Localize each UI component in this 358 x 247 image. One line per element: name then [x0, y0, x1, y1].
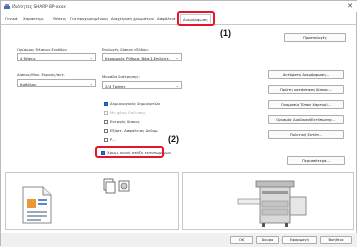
tab-general[interactable]: Γενικά [5, 16, 18, 21]
checkbox-highlight [95, 146, 164, 158]
checkbox-option-3[interactable]: Ενεργός δίσκος [104, 119, 140, 124]
callout-1: (1) [220, 28, 231, 38]
checkbox-icon [104, 120, 108, 124]
defaults-button[interactable]: Προεπιλογές [284, 33, 346, 42]
print-policy-button[interactable]: Πολιτική Εκτύπ... [268, 130, 344, 139]
help-button[interactable]: Βοήθεια [320, 236, 352, 244]
paper-size-select[interactable]: 4 θέσεις ⌄ [17, 53, 96, 61]
tab-advanced[interactable]: Για προχωρημένους [70, 16, 109, 21]
checkbox-option-5[interactable]: Ρ... [104, 137, 116, 142]
tab-highlight [177, 11, 215, 26]
paper-size-value: 4 θέσεις [20, 55, 36, 61]
checkbox-icon [104, 129, 108, 133]
ok-button[interactable]: OK [230, 236, 253, 244]
chevron-down-icon: ⌄ [89, 55, 93, 60]
input-tray-label: Επιλογές δίσκου εξόδου: [102, 47, 149, 52]
close-icon[interactable]: ✕ [347, 2, 353, 10]
printer-icon [4, 4, 10, 9]
checkbox-icon [104, 111, 108, 115]
output-tray-label: Δίσκος/Μον. Εκροής/αυτ. [17, 72, 65, 77]
window-title: Ιδιότητες SHARP BP-xxxx [12, 4, 66, 9]
apply-button[interactable]: Εφαρμογή [282, 236, 317, 244]
checkbox-option-4[interactable]: Εξάρτ. Ασφάλειας Δεδομ. [104, 128, 159, 133]
checkbox-icon [104, 138, 108, 142]
printer-properties-window: Ιδιότητες SHARP BP-xxxx ✕ Γενικά Χαρακτη… [0, 0, 357, 247]
dialog-footer: OK Άκυρο Εφαρμογή Βοήθεια [1, 233, 357, 247]
tab-features[interactable]: Χαρακτηρ. [23, 16, 44, 21]
chevron-down-icon: ⌄ [175, 55, 179, 60]
paper-type-name-button[interactable]: Ονομασία Τύπου Χαρτιού... [268, 100, 344, 109]
checkbox-label: Ρ... [110, 137, 116, 142]
tab-security[interactable]: Ασφάλεια [157, 16, 176, 21]
checkbox-option-1[interactable]: Δημιουργικός δημιουρτών [104, 101, 160, 106]
tab-ports[interactable]: Θέσεις [53, 16, 66, 21]
more-button[interactable]: Περισσότερα... [287, 156, 345, 165]
chevron-down-icon: ⌄ [89, 81, 93, 86]
output-tray-value: Καθόλου [20, 81, 37, 87]
checkbox-label: Εξάρτ. Ασφάλειας Δεδομ. [110, 128, 159, 133]
punch-unit-select[interactable]: 2/4 Τρύπες ⌄ [102, 81, 182, 89]
checkbox-option-2: Μη φέρω Επίλυσης [104, 110, 146, 115]
checkbox-label: Δημιουργικός δημιουρτών [110, 101, 161, 106]
input-tray-value: Κεραμικός Ρύθμισ. Βάσ.Σ.Επίλεκτ. [105, 55, 170, 61]
paper-size-label: Ορίσιμος Θέσεων Εισόδου [17, 47, 67, 52]
document-preview-icon [22, 186, 52, 224]
printer-device-icon [237, 180, 307, 227]
checkbox-label: Ενεργός δίσκος [110, 119, 140, 124]
callout-2: (2) [168, 134, 179, 144]
document-preview-panel [5, 172, 179, 230]
checkbox-checked-icon [104, 102, 108, 106]
auto-configuration-button[interactable]: Αυτόματη Διαμόρφωση... [268, 70, 344, 79]
tray-status-button[interactable]: Πρώτη κατάσταση δίσκου... [268, 85, 344, 94]
punch-unit-value: 2/4 Τρύπες [105, 83, 126, 89]
printer-preview-panel [182, 172, 354, 230]
copies-icon [103, 178, 130, 194]
punch-unit-label: Μονάδα διάτρησης: [102, 74, 140, 79]
output-tray-select[interactable]: Καθόλου ⌄ [17, 79, 96, 87]
tab-color-management[interactable]: Διαχείριση χρωμάτων [111, 16, 154, 21]
cancel-button[interactable]: Άκυρο [256, 236, 279, 244]
chevron-down-icon: ⌄ [175, 83, 179, 88]
checkbox-label: Μη φέρω Επίλυσης [110, 110, 146, 115]
print-process-setting-button[interactable]: Ορισμός Διαδικασ/Εκτύπωσης... [268, 115, 344, 124]
input-tray-select[interactable]: Κεραμικός Ρύθμισ. Βάσ.Σ.Επίλεκτ. ⌄ [102, 53, 182, 61]
